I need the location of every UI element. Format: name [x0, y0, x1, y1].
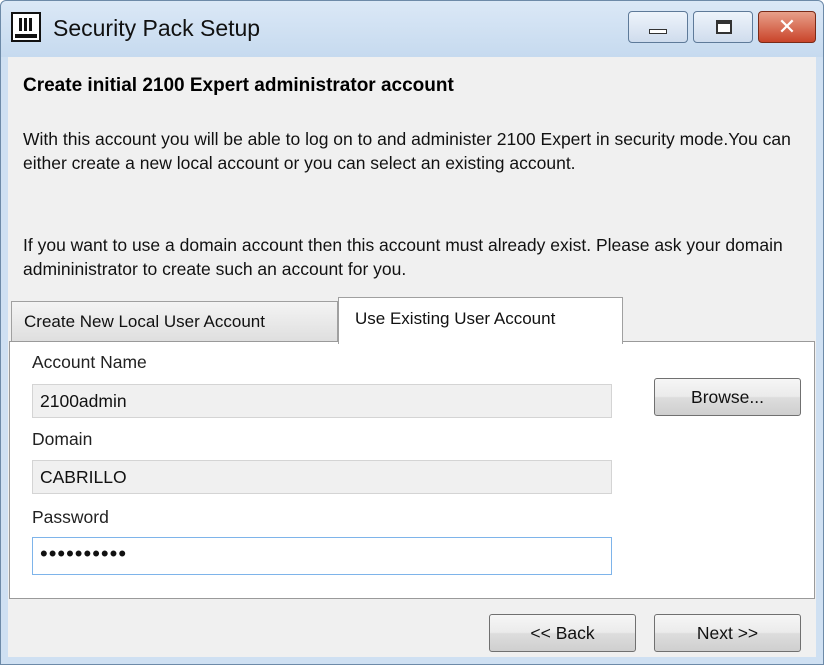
browse-button[interactable]: Browse... — [654, 378, 801, 416]
close-button[interactable]: ✕ — [758, 11, 816, 43]
domain-label: Domain — [32, 429, 93, 449]
setup-window: Security Pack Setup ✕ Create initial 210… — [0, 0, 824, 665]
dialog-body: Create initial 2100 Expert administrator… — [8, 57, 816, 657]
minimize-icon — [649, 29, 667, 34]
next-button[interactable]: Next >> — [654, 614, 801, 652]
domain-field: CABRILLO — [32, 460, 612, 494]
page-heading: Create initial 2100 Expert administrator… — [23, 75, 454, 96]
domain-note-text: If you want to use a domain account then… — [23, 235, 783, 279]
back-button[interactable]: << Back — [489, 614, 636, 652]
title-bar[interactable]: Security Pack Setup ✕ — [1, 1, 823, 57]
close-icon: ✕ — [777, 14, 797, 39]
minimize-button[interactable] — [628, 11, 688, 43]
account-name-label: Account Name — [32, 352, 147, 372]
tab-use-existing-user-account[interactable]: Use Existing User Account — [338, 297, 623, 344]
account-name-field: 2100admin — [32, 384, 612, 418]
password-input[interactable]: •••••••••• — [32, 537, 612, 575]
password-label: Password — [32, 507, 109, 527]
description-text: With this account you will be able to lo… — [23, 129, 791, 173]
tab-create-new-local-user-account[interactable]: Create New Local User Account — [11, 301, 338, 342]
maximize-button[interactable] — [693, 11, 753, 43]
window-title: Security Pack Setup — [53, 15, 261, 41]
app-icon[interactable] — [11, 12, 41, 42]
maximize-icon — [716, 20, 732, 34]
